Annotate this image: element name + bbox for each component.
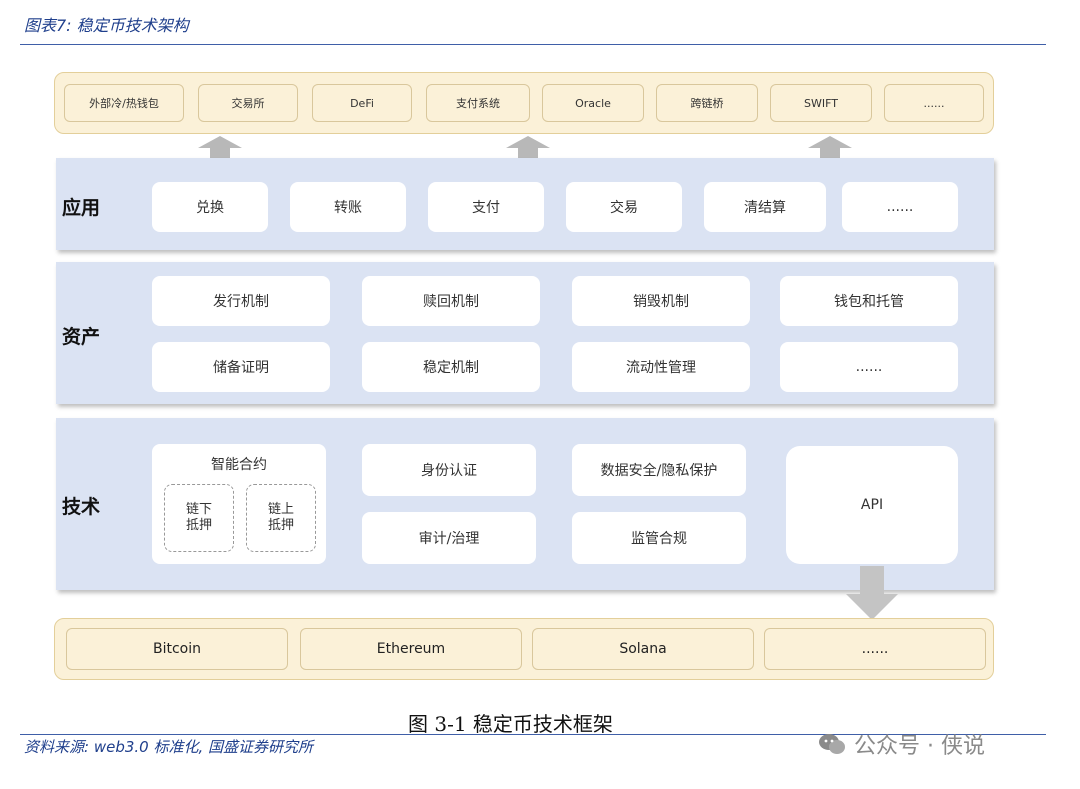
- top-box-oracle: Oracle: [542, 84, 644, 122]
- up-arrow-icon: [506, 136, 550, 160]
- app-item-transfer: 转账: [290, 182, 406, 232]
- application-layer-label: 应用: [62, 197, 101, 219]
- tech-item-compliance: 监管合规: [572, 512, 746, 564]
- app-item-clearing: 清结算: [704, 182, 826, 232]
- smart-contract-title: 智能合约: [211, 457, 267, 473]
- up-arrow-icon: [198, 136, 242, 160]
- down-arrow-icon: [846, 566, 898, 620]
- asset-layer-label: 资产: [62, 326, 101, 348]
- watermark-text: 公众号 · 侠说: [854, 734, 985, 759]
- top-box-more: ......: [884, 84, 984, 122]
- tech-item-audit: 审计/治理: [362, 512, 536, 564]
- tech-item-identity: 身份认证: [362, 444, 536, 496]
- asset-item-burning: 销毁机制: [572, 276, 750, 326]
- figure-caption: 图 3-1 稳定币技术框架: [408, 712, 613, 736]
- wechat-icon: [819, 734, 845, 754]
- up-arrow-icon: [808, 136, 852, 160]
- asset-item-stability: 稳定机制: [362, 342, 540, 392]
- chain-solana: Solana: [532, 628, 754, 670]
- tech-item-data-security: 数据安全/隐私保护: [572, 444, 746, 496]
- top-box-exchange: 交易所: [198, 84, 298, 122]
- asset-item-issuance: 发行机制: [152, 276, 330, 326]
- tech-item-api: API: [786, 446, 958, 564]
- chain-more: ......: [764, 628, 986, 670]
- app-item-trading: 交易: [566, 182, 682, 232]
- top-box-cross-chain-bridge: 跨链桥: [656, 84, 758, 122]
- offchain-collateral-box: 链下 抵押: [164, 484, 234, 552]
- top-box-payment-system: 支付系统: [426, 84, 530, 122]
- app-item-exchange: 兑换: [152, 182, 268, 232]
- asset-item-redemption: 赎回机制: [362, 276, 540, 326]
- asset-item-proof-of-reserve: 储备证明: [152, 342, 330, 392]
- technology-layer-label: 技术: [62, 496, 101, 518]
- app-item-payment: 支付: [428, 182, 544, 232]
- figure-title: 图表7: 稳定币技术架构: [24, 16, 189, 35]
- source-note: 资料来源: web3.0 标准化, 国盛证券研究所: [24, 738, 314, 756]
- onchain-collateral-box: 链上 抵押: [246, 484, 316, 552]
- top-box-defi: DeFi: [312, 84, 412, 122]
- asset-item-wallet-custody: 钱包和托管: [780, 276, 958, 326]
- chain-ethereum: Ethereum: [300, 628, 522, 670]
- top-box-wallet: 外部冷/热钱包: [64, 84, 184, 122]
- watermark: 公众号 · 侠说: [818, 728, 985, 760]
- top-box-swift: SWIFT: [770, 84, 872, 122]
- asset-item-more: ......: [780, 342, 958, 392]
- app-item-more: ......: [842, 182, 958, 232]
- asset-item-liquidity: 流动性管理: [572, 342, 750, 392]
- header-rule: [20, 44, 1046, 45]
- chain-bitcoin: Bitcoin: [66, 628, 288, 670]
